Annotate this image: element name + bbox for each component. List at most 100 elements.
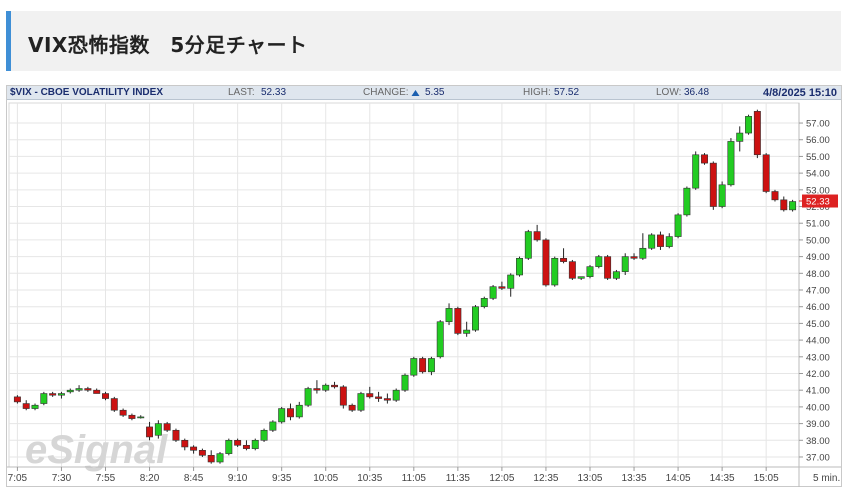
candle xyxy=(75,385,83,392)
candle-body xyxy=(612,271,620,279)
x-tick-label: 8:20 xyxy=(140,473,160,484)
candle xyxy=(639,233,647,260)
x-tick-label: 7:05 xyxy=(8,473,28,484)
change-label: CHANGE: xyxy=(363,87,409,98)
candle xyxy=(762,153,770,194)
candle-body xyxy=(401,374,409,391)
candle xyxy=(31,403,39,411)
candle-body xyxy=(375,396,383,399)
candle xyxy=(392,388,400,402)
candle xyxy=(93,388,101,394)
y-tick-label: 39.00 xyxy=(806,419,830,430)
candle xyxy=(331,381,338,389)
candle-body xyxy=(102,393,109,399)
last-label: LAST: xyxy=(228,87,255,98)
candle-body xyxy=(516,257,523,276)
y-tick-label: 54.00 xyxy=(806,169,830,180)
candle-body xyxy=(339,386,347,406)
candle-body xyxy=(392,389,400,401)
candle-body xyxy=(322,384,330,391)
candle-body xyxy=(560,257,568,262)
candle xyxy=(401,373,409,392)
change-value: 5.35 xyxy=(425,87,445,98)
candle-body xyxy=(586,266,594,277)
candle xyxy=(436,320,444,359)
y-tick-label: 49.00 xyxy=(806,252,830,263)
candle xyxy=(375,391,383,402)
candle-body xyxy=(304,388,312,406)
candle-body xyxy=(40,393,48,404)
y-tick-label: 43.00 xyxy=(806,352,830,363)
candlestick-chart: eSignal 37.0038.0039.0040.0041.0042.0043… xyxy=(7,102,841,487)
candle xyxy=(533,224,541,242)
candle xyxy=(13,395,21,404)
y-tick-label: 57.00 xyxy=(806,119,830,130)
candle-body xyxy=(736,132,744,142)
candle-body xyxy=(119,409,127,416)
x-tick-label: 8:45 xyxy=(184,473,204,484)
candle-body xyxy=(498,286,506,289)
candle xyxy=(304,386,312,407)
candle xyxy=(516,256,523,277)
candle-body xyxy=(137,416,145,419)
y-tick-label: 48.00 xyxy=(806,269,830,280)
candle-body xyxy=(348,404,356,411)
candle-body xyxy=(287,408,294,418)
candle xyxy=(753,109,761,159)
candle-body xyxy=(207,455,215,463)
candle-body xyxy=(771,191,779,201)
candle-body xyxy=(621,256,629,272)
candle xyxy=(507,273,515,297)
candle xyxy=(163,421,171,432)
candle xyxy=(207,450,215,464)
candle xyxy=(568,259,576,280)
candle-body xyxy=(357,393,365,411)
candle xyxy=(278,406,286,424)
candle xyxy=(190,445,198,454)
y-tick-label: 56.00 xyxy=(806,135,830,146)
candle-body xyxy=(49,393,57,396)
candle xyxy=(110,396,118,412)
candle xyxy=(745,114,753,135)
y-tick-label: 42.00 xyxy=(806,369,830,380)
candle-body xyxy=(463,329,471,334)
candle xyxy=(612,269,620,280)
candle-body xyxy=(665,236,673,247)
x-tick-label: 10:35 xyxy=(357,473,382,484)
y-tick-label: 41.00 xyxy=(806,386,830,397)
candle xyxy=(656,231,664,250)
candle-body xyxy=(745,116,753,134)
y-tick-label: 40.00 xyxy=(806,402,830,413)
y-tick-label: 45.00 xyxy=(806,319,830,330)
candle xyxy=(586,264,594,279)
candle-body xyxy=(577,276,585,279)
candle-body xyxy=(366,393,374,398)
candle xyxy=(665,233,673,249)
candle-body xyxy=(216,453,224,463)
candle-body xyxy=(383,398,391,401)
candle-body xyxy=(110,398,118,411)
candle xyxy=(287,403,294,421)
x-tick-label: 7:55 xyxy=(96,473,116,484)
y-tick-label: 44.00 xyxy=(806,336,830,347)
candle xyxy=(692,151,700,190)
interval-label: 5 min. xyxy=(813,473,840,484)
candle xyxy=(718,181,726,209)
candle-body xyxy=(181,439,189,448)
candle-body xyxy=(674,214,682,237)
candle xyxy=(198,448,206,457)
candle-body xyxy=(163,423,171,431)
candle xyxy=(181,438,189,451)
candle-body xyxy=(242,444,250,449)
candle xyxy=(102,391,109,401)
candle xyxy=(22,400,30,411)
low-label: LOW: xyxy=(656,87,682,98)
candle xyxy=(251,438,259,451)
candle-body xyxy=(709,162,717,207)
candle-body xyxy=(683,187,691,216)
candle-body xyxy=(604,256,612,279)
candle-body xyxy=(225,439,233,454)
candle xyxy=(57,391,65,399)
candle xyxy=(489,285,497,301)
candle-body xyxy=(753,111,761,156)
